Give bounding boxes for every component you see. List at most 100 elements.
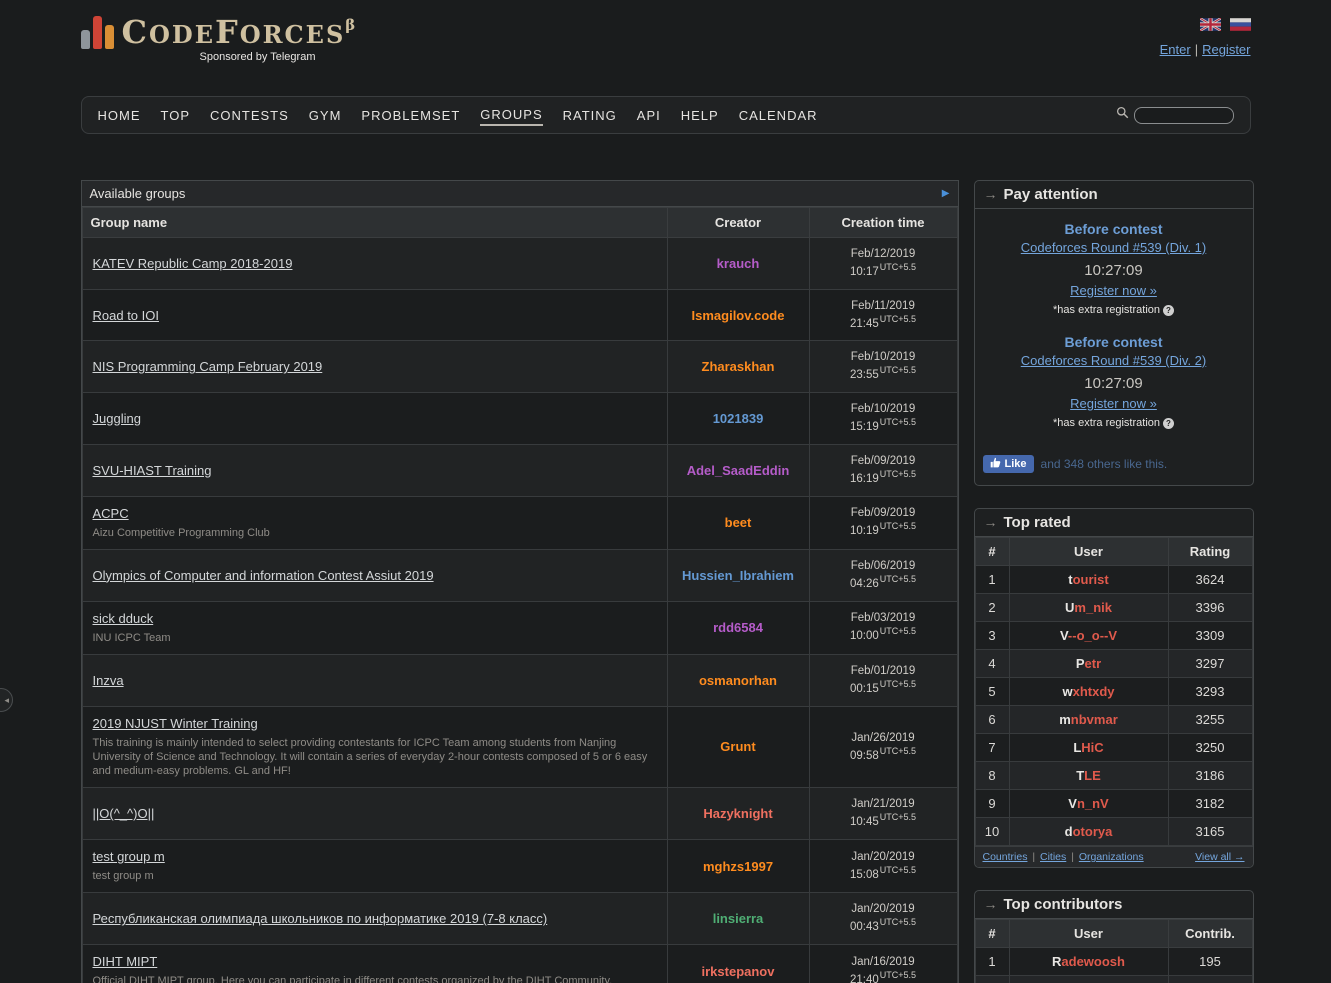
page-side-handle[interactable]: ◂ [0, 688, 13, 712]
creator-cell: Grunt [667, 706, 809, 788]
creator-link[interactable]: Zharaskhan [702, 359, 775, 374]
english-flag-icon[interactable] [1200, 18, 1221, 31]
footer-link-cities[interactable]: Cities [1040, 851, 1066, 863]
group-name-link[interactable]: ||O(^_^)O|| [93, 806, 155, 821]
user-link[interactable]: TLE [1076, 768, 1101, 783]
nav-item-gym[interactable]: GYM [309, 106, 342, 125]
creation-date: Jan/20/2019 [820, 902, 947, 917]
timezone-label: UTC+5.5 [880, 865, 916, 875]
creator-cell: linsierra [667, 893, 809, 945]
footer-link-organizations[interactable]: Organizations [1079, 851, 1144, 863]
nav-item-groups[interactable]: GROUPS [480, 105, 542, 126]
nav-item-home[interactable]: HOME [98, 106, 141, 125]
group-name-link[interactable]: NIS Programming Camp February 2019 [93, 359, 323, 374]
group-name-link[interactable]: ACPC [93, 506, 129, 521]
table-row: 6mnbvmar3255 [975, 706, 1252, 734]
nav-item-contests[interactable]: CONTESTS [210, 106, 289, 125]
nav-item-top[interactable]: TOP [161, 106, 191, 125]
contest-link[interactable]: Codeforces Round #539 (Div. 1) [1021, 240, 1206, 255]
table-row: KATEV Republic Camp 2018-2019krauchFeb/1… [82, 238, 957, 290]
creation-time-cell: Feb/10/201923:55UTC+5.5 [809, 341, 957, 393]
nav-item-calendar[interactable]: CALENDAR [739, 106, 818, 125]
extra-registration-note: *has extra registration? [981, 417, 1247, 429]
group-name-link[interactable]: Juggling [93, 411, 141, 426]
group-name-link[interactable]: 2019 NJUST Winter Training [93, 716, 258, 731]
russian-flag-icon[interactable] [1230, 18, 1251, 31]
group-name-link[interactable]: KATEV Republic Camp 2018-2019 [93, 256, 293, 271]
contest-link[interactable]: Codeforces Round #539 (Div. 2) [1021, 353, 1206, 368]
logo-bar-red [93, 16, 102, 49]
page-header: CODEFORCESβ Sponsored by Telegram [81, 16, 1251, 82]
table-header-row: # User Contrib. [975, 920, 1252, 948]
user-link[interactable]: mnbvmar [1059, 712, 1118, 727]
group-name-link[interactable]: sick dduck [93, 611, 154, 626]
codeforces-logo-icon [81, 16, 114, 63]
table-row: 2019 NJUST Winter TrainingThis training … [82, 706, 957, 788]
question-icon[interactable]: ? [1163, 305, 1174, 316]
logo-letters: ORCES [240, 20, 346, 49]
user-link[interactable]: V--o_o--V [1060, 628, 1117, 643]
user-cell: mnbvmar [1009, 706, 1168, 734]
creator-link[interactable]: Hazyknight [703, 806, 772, 821]
enter-link[interactable]: Enter [1160, 42, 1191, 57]
creator-link[interactable]: rdd6584 [713, 620, 763, 635]
creator-link[interactable]: 1021839 [713, 411, 764, 426]
auth-separator: | [1195, 42, 1198, 57]
register-now-link[interactable]: Register now » [1070, 283, 1157, 298]
register-now-link[interactable]: Register now » [1070, 396, 1157, 411]
codeforces-logo[interactable]: CODEFORCESβ Sponsored by Telegram [81, 16, 1251, 63]
question-icon[interactable]: ? [1163, 418, 1174, 429]
creator-link[interactable]: mghzs1997 [703, 859, 773, 874]
group-name-link[interactable]: DIHT MIPT [93, 954, 158, 969]
table-row: 10dotorya3165 [975, 818, 1252, 846]
footer-link-countries[interactable]: Countries [983, 851, 1028, 863]
group-name-cell: NIS Programming Camp February 2019 [82, 341, 667, 393]
nav-item-problemset[interactable]: PROBLEMSET [361, 106, 460, 125]
creator-link[interactable]: Hussien_Ibrahiem [682, 568, 794, 583]
contest-block: Before contest Codeforces Round #539 (Div… [981, 221, 1247, 316]
creator-link[interactable]: beet [725, 515, 752, 530]
group-subtitle: INU ICPC Team [93, 631, 657, 645]
user-link[interactable]: LHiC [1073, 740, 1103, 755]
user-link[interactable]: dotorya [1065, 824, 1113, 839]
creator-cell: Hazyknight [667, 788, 809, 840]
user-link[interactable]: Vn_nV [1068, 796, 1108, 811]
group-name-link[interactable]: Olympics of Computer and information Con… [93, 568, 434, 583]
user-link[interactable]: Radewoosh [1052, 954, 1125, 969]
column-creation-time: Creation time [809, 208, 957, 238]
creator-link[interactable]: Grunt [720, 739, 755, 754]
nav-item-rating[interactable]: RATING [563, 106, 617, 125]
user-link[interactable]: tourist [1068, 572, 1108, 587]
column-user: User [1009, 538, 1168, 566]
pay-attention-body: Before contest Codeforces Round #539 (Div… [975, 209, 1253, 449]
timezone-label: UTC+5.5 [880, 262, 916, 272]
group-name-link[interactable]: SVU-HIAST Training [93, 463, 212, 478]
value-cell: 179 [1168, 976, 1252, 983]
creator-link[interactable]: krauch [717, 256, 760, 271]
group-name-link[interactable]: test group m [93, 849, 165, 864]
creation-time-cell: Feb/06/201904:26UTC+5.5 [809, 549, 957, 601]
search-box [1116, 106, 1234, 124]
search-input[interactable] [1134, 107, 1234, 124]
before-contest-label: Before contest [981, 221, 1247, 237]
creation-time-cell: Jan/16/201921:40UTC+5.5 [809, 945, 957, 983]
group-name-link[interactable]: Inzva [93, 673, 124, 688]
register-link[interactable]: Register [1202, 42, 1250, 57]
creator-link[interactable]: Ismagilov.code [692, 308, 785, 323]
group-name-link[interactable]: Республиканская олимпиада школьников по … [93, 911, 548, 926]
table-row: SVU-HIAST TrainingAdel_SaadEddinFeb/09/2… [82, 444, 957, 496]
nav-item-api[interactable]: API [637, 106, 661, 125]
creator-link[interactable]: Adel_SaadEddin [687, 463, 790, 478]
creator-link[interactable]: irkstepanov [702, 964, 775, 979]
view-all-link[interactable]: View all → [1195, 851, 1244, 863]
creator-link[interactable]: linsierra [713, 911, 764, 926]
expand-arrow-icon[interactable]: ▶ [942, 188, 950, 199]
user-link[interactable]: Um_nik [1065, 600, 1112, 615]
group-name-link[interactable]: Road to IOI [93, 308, 159, 323]
creator-link[interactable]: osmanorhan [699, 673, 777, 688]
user-link[interactable]: Petr [1076, 656, 1101, 671]
user-link[interactable]: wxhtxdy [1062, 684, 1114, 699]
nav-item-help[interactable]: HELP [681, 106, 719, 125]
facebook-like-button[interactable]: Like [983, 455, 1034, 473]
group-name-cell: DIHT MIPTOfficial DIHT MIPT group. Here … [82, 945, 667, 983]
